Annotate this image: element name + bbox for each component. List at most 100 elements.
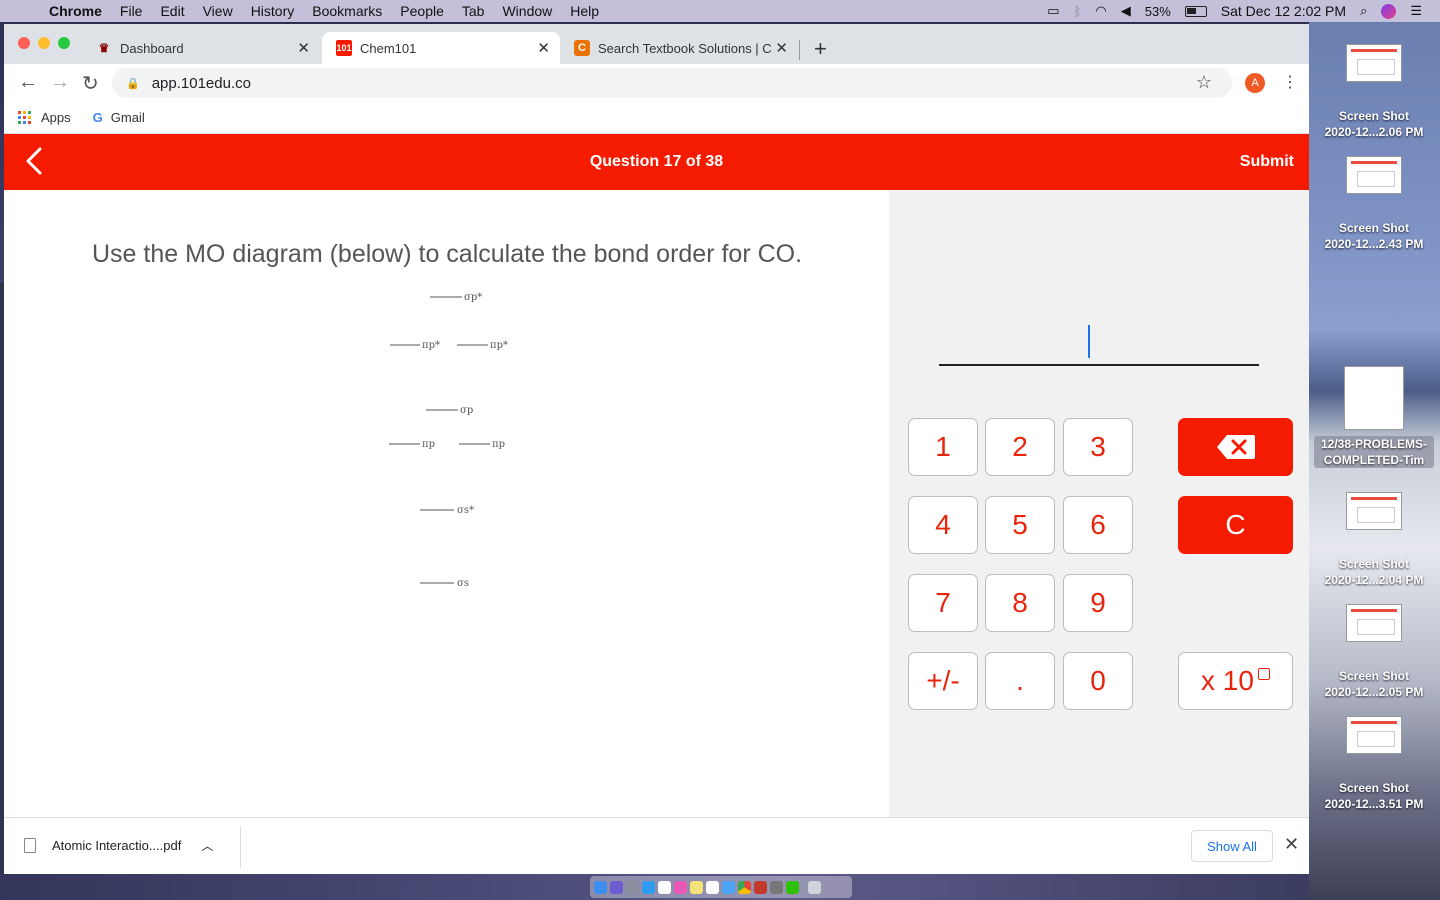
desktop-file-label: Screen Shot 2020-12...2.06 PM xyxy=(1324,109,1424,139)
close-tab-icon[interactable]: ✕ xyxy=(297,39,310,57)
tab-title: Search Textbook Solutions | Ch xyxy=(598,40,772,56)
system-preferences-icon[interactable] xyxy=(770,880,783,894)
mo-level-label: πp* xyxy=(490,340,508,351)
itunes-icon[interactable] xyxy=(674,880,687,894)
forward-arrow-icon[interactable]: → xyxy=(50,71,70,94)
close-download-bar-icon[interactable]: ✕ xyxy=(1284,834,1299,855)
key-5[interactable]: 5 xyxy=(985,496,1055,554)
bookmark-apps[interactable]: Apps xyxy=(18,110,71,125)
photo-booth-icon[interactable] xyxy=(754,880,767,894)
key-9[interactable]: 9 xyxy=(1063,574,1133,632)
answer-input[interactable] xyxy=(939,364,1259,366)
messages-icon[interactable] xyxy=(722,880,735,894)
desktop-file-icon[interactable]: Screen Shot 2020-12...2.06 PM xyxy=(1314,44,1434,140)
tab-textbook-solutions[interactable]: C Search Textbook Solutions | Ch ✕ xyxy=(560,32,798,64)
reload-icon[interactable]: ↻ xyxy=(82,71,99,96)
mo-level-label: πp xyxy=(492,439,505,450)
notification-center-icon[interactable]: ☰ xyxy=(1410,3,1422,19)
airplay-icon[interactable]: ▭ xyxy=(1047,3,1059,19)
zoom-window-button[interactable] xyxy=(58,37,70,49)
menubar-clock[interactable]: Sat Dec 12 2:02 PM xyxy=(1221,3,1346,19)
chevron-up-icon[interactable]: ︿ xyxy=(201,837,213,854)
wechat-icon[interactable] xyxy=(786,880,799,894)
key-3[interactable]: 3 xyxy=(1063,418,1133,476)
key-0[interactable]: 0 xyxy=(1063,652,1133,710)
back-arrow-icon[interactable]: ← xyxy=(18,71,38,94)
chrome-icon[interactable] xyxy=(738,880,751,894)
spotlight-search-icon[interactable]: ⌕ xyxy=(1360,3,1367,19)
menu-tab[interactable]: Tab xyxy=(453,3,494,19)
screenshot-thumbnail xyxy=(1346,44,1402,82)
address-bar[interactable]: 🔒 app.101edu.co ☆ xyxy=(112,68,1232,98)
desktop-file-icon[interactable]: 12/38-PROBLEMS- COMPLETED-Tim xyxy=(1314,366,1434,468)
lock-icon: 🔒 xyxy=(126,77,140,90)
tab-dashboard[interactable]: ♛ Dashboard ✕ xyxy=(82,32,320,64)
key-decimal[interactable]: . xyxy=(985,652,1055,710)
mo-diagram: σp* πp* πp* σp πp πp σs* σs xyxy=(389,292,508,589)
tab-strip: ♛ Dashboard ✕ 101 Chem101 ✕ C Search Tex… xyxy=(4,24,1309,64)
notes-icon[interactable] xyxy=(690,880,703,894)
calendar-icon[interactable] xyxy=(658,880,671,894)
key-4[interactable]: 4 xyxy=(908,496,978,554)
show-all-button[interactable]: Show All xyxy=(1191,830,1273,862)
key-2[interactable]: 2 xyxy=(985,418,1055,476)
browser-toolbar: ← → ↻ 🔒 app.101edu.co ☆ xyxy=(4,64,1309,102)
clear-button[interactable]: C xyxy=(1178,496,1293,554)
minimize-window-button[interactable] xyxy=(38,37,50,49)
bluetooth-icon[interactable]: ᛒ xyxy=(1074,4,1082,19)
siri-dock-icon[interactable] xyxy=(610,880,623,894)
bookmark-gmail[interactable]: G Gmail xyxy=(93,110,145,125)
close-tab-icon[interactable]: ✕ xyxy=(775,39,788,57)
volume-icon[interactable]: ◀ xyxy=(1121,3,1131,19)
menu-help[interactable]: Help xyxy=(561,3,608,19)
screenshot-thumbnail xyxy=(1346,492,1402,530)
key-6[interactable]: 6 xyxy=(1063,496,1133,554)
desktop-file-icon[interactable]: Screen Shot 2020-12...3.51 PM xyxy=(1314,716,1434,812)
menu-history[interactable]: History xyxy=(242,3,304,19)
trash-icon[interactable] xyxy=(808,880,821,894)
key-plus-minus[interactable]: +/- xyxy=(908,652,978,710)
mo-level-label: σp xyxy=(460,405,473,416)
menu-edit[interactable]: Edit xyxy=(151,3,193,19)
download-bar: Atomic Interactio....pdf ︿ Show All ✕ xyxy=(4,817,1309,874)
menu-file[interactable]: File xyxy=(111,3,152,19)
question-text: Use the MO diagram (below) to calculate … xyxy=(92,240,803,268)
tab-chem101[interactable]: 101 Chem101 ✕ xyxy=(322,32,560,64)
close-tab-icon[interactable]: ✕ xyxy=(537,39,550,57)
backspace-icon xyxy=(1216,435,1255,459)
close-window-button[interactable] xyxy=(18,37,30,49)
battery-icon[interactable] xyxy=(1184,5,1207,17)
document-thumbnail xyxy=(1344,366,1404,430)
siri-icon[interactable] xyxy=(1381,3,1397,19)
profile-avatar[interactable]: A xyxy=(1245,73,1265,93)
menu-window[interactable]: Window xyxy=(493,3,561,19)
document-icon[interactable] xyxy=(706,880,719,894)
desktop-file-label: Screen Shot 2020-12...2.43 PM xyxy=(1324,221,1424,251)
tab-title: Dashboard xyxy=(120,40,184,56)
exponent-button[interactable]: x 10 xyxy=(1178,652,1293,710)
tab-separator xyxy=(799,40,800,60)
key-7[interactable]: 7 xyxy=(908,574,978,632)
download-item[interactable]: Atomic Interactio....pdf ︿ xyxy=(24,837,213,854)
wifi-icon[interactable]: ◠ xyxy=(1095,3,1106,19)
new-tab-icon[interactable]: + xyxy=(814,36,827,62)
desktop-file-icon[interactable]: Screen Shot 2020-12...2.43 PM xyxy=(1314,156,1434,252)
launchpad-icon[interactable] xyxy=(626,880,639,894)
safari-icon[interactable] xyxy=(642,880,655,894)
desktop-file-icon[interactable]: Screen Shot 2020-12...2.04 PM xyxy=(1314,492,1434,588)
menu-view[interactable]: View xyxy=(194,3,242,19)
bookmark-star-icon[interactable]: ☆ xyxy=(1196,72,1212,93)
submit-button[interactable]: Submit xyxy=(1240,153,1294,171)
chrome-menu-icon[interactable]: ⋮ xyxy=(1282,72,1298,92)
screenshot-thumbnail xyxy=(1346,156,1402,194)
menu-app-name[interactable]: Chrome xyxy=(40,3,111,19)
key-8[interactable]: 8 xyxy=(985,574,1055,632)
finder-icon[interactable] xyxy=(594,880,607,894)
tab-title: Chem101 xyxy=(360,40,417,56)
backspace-button[interactable] xyxy=(1178,418,1293,476)
apps-grid-icon xyxy=(18,111,31,124)
desktop-file-icon[interactable]: Screen Shot 2020-12...2.05 PM xyxy=(1314,604,1434,700)
menu-people[interactable]: People xyxy=(391,3,453,19)
key-1[interactable]: 1 xyxy=(908,418,978,476)
menu-bookmarks[interactable]: Bookmarks xyxy=(303,3,391,19)
